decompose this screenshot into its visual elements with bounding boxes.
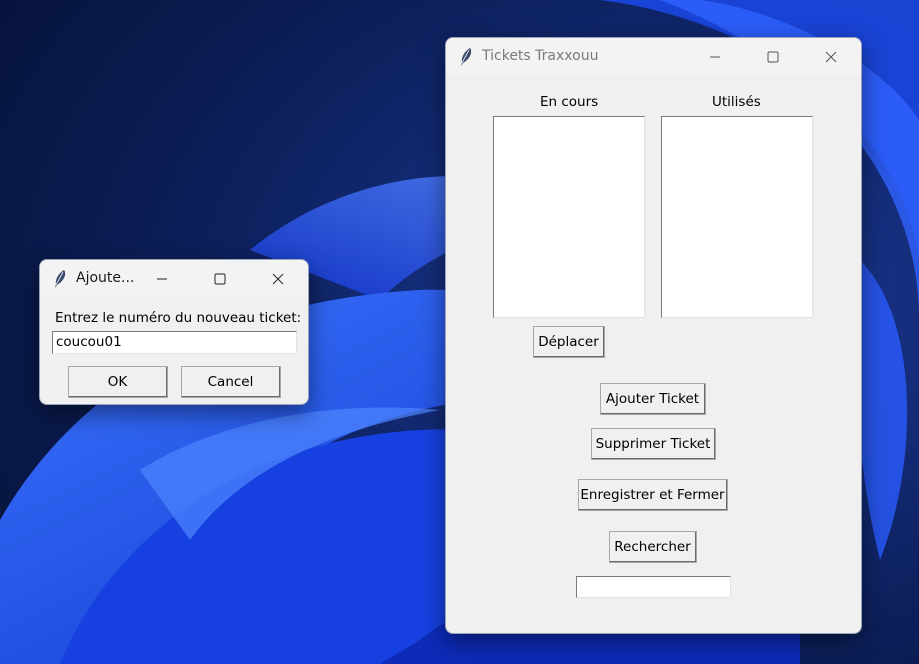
feather-icon: [55, 270, 66, 288]
cancel-button[interactable]: Cancel: [181, 366, 281, 398]
ticket-number-input[interactable]: coucou01: [52, 331, 297, 354]
close-icon: [825, 51, 837, 62]
maximize-icon: [214, 273, 226, 284]
main-window-title: Tickets Traxxouu: [482, 48, 599, 64]
minimize-icon: [710, 56, 720, 57]
minimize-button[interactable]: [686, 38, 744, 75]
utilises-listbox[interactable]: [661, 116, 813, 318]
minimize-icon: [157, 278, 167, 279]
close-button[interactable]: [249, 260, 307, 297]
close-icon: [272, 273, 284, 284]
main-window: Tickets Traxxouu En cours Utilisés Dépla…: [445, 37, 862, 634]
supprimer-ticket-button[interactable]: Supprimer Ticket: [591, 428, 716, 460]
maximize-button[interactable]: [744, 38, 802, 75]
en-cours-listbox[interactable]: [493, 116, 645, 318]
ok-button[interactable]: OK: [68, 366, 168, 398]
dialog-title: Ajoute...: [76, 270, 135, 286]
close-button[interactable]: [802, 38, 860, 75]
maximize-button[interactable]: [191, 260, 249, 297]
utilises-label: Utilisés: [712, 94, 761, 110]
en-cours-label: En cours: [540, 94, 599, 110]
dialog-prompt: Entrez le numéro du nouveau ticket:: [55, 310, 302, 326]
minimize-button[interactable]: [133, 260, 191, 297]
dialog-titlebar[interactable]: Ajoute...: [40, 260, 308, 297]
deplacer-button[interactable]: Déplacer: [533, 326, 605, 358]
enregistrer-fermer-button[interactable]: Enregistrer et Fermer: [578, 479, 728, 511]
feather-icon: [461, 48, 472, 66]
add-ticket-dialog: Ajoute... Entrez le numéro du nouveau ti…: [39, 259, 309, 405]
rechercher-button[interactable]: Rechercher: [609, 531, 697, 563]
main-window-titlebar[interactable]: Tickets Traxxouu: [446, 38, 861, 75]
ajouter-ticket-button[interactable]: Ajouter Ticket: [600, 383, 706, 415]
maximize-icon: [767, 51, 779, 62]
search-input[interactable]: [576, 576, 731, 598]
